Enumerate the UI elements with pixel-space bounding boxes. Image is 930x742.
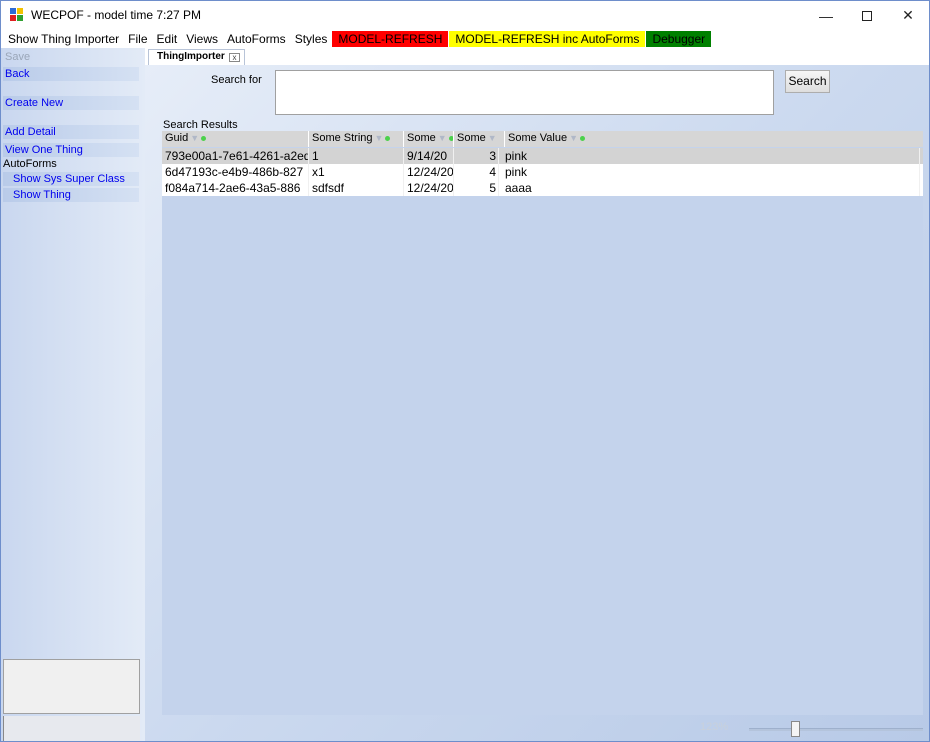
filter-icon[interactable]: ▼ xyxy=(190,133,199,143)
tab-close-icon[interactable]: x xyxy=(229,53,240,62)
filter-icon[interactable]: ▼ xyxy=(375,133,384,143)
main-content: Search for 793e00a1-7e61-4261-a2ed-7e904… xyxy=(145,65,929,741)
autoforms-label: AutoForms xyxy=(3,158,57,170)
cell-guid[interactable]: 793e00a1-7e61-4261-a2ed xyxy=(162,148,309,164)
column-header-some-1[interactable]: Some ▼ xyxy=(404,131,454,147)
cell-some-string[interactable]: 1 xyxy=(309,148,404,164)
zoom-level: 123% xyxy=(700,721,729,733)
status-dot-icon xyxy=(580,135,586,141)
cell-guid[interactable]: 6d47193c-e4b9-486b-827 xyxy=(162,164,309,180)
menu-autoforms[interactable]: AutoForms xyxy=(223,31,290,47)
tab-label: ThingImporter xyxy=(157,51,225,62)
cell-some-number[interactable]: 5 xyxy=(454,180,499,196)
status-dot-icon xyxy=(448,135,453,141)
side-panel xyxy=(3,659,140,714)
tab-thingimporter[interactable]: ThingImporter x xyxy=(148,49,245,65)
cell-some-value[interactable]: pink xyxy=(502,148,920,164)
maximize-icon xyxy=(862,10,872,21)
cell-some-value[interactable]: aaaa xyxy=(502,180,920,196)
tab-strip: ThingImporter x xyxy=(145,48,929,65)
column-title: Some Value xyxy=(508,132,568,144)
column-title: Guid xyxy=(165,132,189,144)
column-header-some-string[interactable]: Some String ▼ xyxy=(309,131,404,147)
add-detail-button[interactable]: Add Detail xyxy=(3,125,139,139)
filter-icon[interactable]: ▼ xyxy=(488,133,497,143)
menu-edit[interactable]: Edit xyxy=(153,31,182,47)
save-button[interactable]: Save xyxy=(3,50,139,64)
search-label: Search for xyxy=(211,74,262,86)
table-row[interactable]: f084a714-2ae6-43a5-886 sdfsdf 12/24/20 5… xyxy=(162,180,923,196)
create-new-button[interactable]: Create New xyxy=(3,96,139,110)
cell-guid[interactable]: f084a714-2ae6-43a5-886 xyxy=(162,180,309,196)
search-input[interactable]: 793e00a1-7e61-4261-a2ed-7e9047e2c5c4 6d4… xyxy=(275,70,774,115)
cell-some-date[interactable]: 12/24/20 xyxy=(404,164,454,180)
maximize-button[interactable] xyxy=(844,1,890,30)
title-bar[interactable]: WECPOF - model time 7:27 PM — ✕ xyxy=(1,1,929,30)
column-title: Some String xyxy=(312,132,373,144)
filter-icon[interactable]: ▼ xyxy=(569,133,578,143)
menu-bar: Show Thing Importer File Edit Views Auto… xyxy=(1,30,929,48)
column-header-guid[interactable]: Guid ▼ xyxy=(162,131,309,147)
column-title: Some xyxy=(457,132,486,144)
close-button[interactable]: ✕ xyxy=(885,1,929,30)
minimize-icon: — xyxy=(819,7,833,24)
cell-some-number[interactable]: 3 xyxy=(454,148,499,164)
column-header-some-2[interactable]: Some ▼ xyxy=(454,131,505,147)
app-window: WECPOF - model time 7:27 PM — ✕ Show Thi… xyxy=(0,0,930,742)
grid-header: Guid ▼ Some String ▼ Some ▼ Some ▼ Some Valu… xyxy=(162,131,923,147)
cell-some-value[interactable]: pink xyxy=(502,164,920,180)
zoom-slider-thumb[interactable] xyxy=(791,721,800,737)
window-title: WECPOF - model time 7:27 PM xyxy=(31,8,202,22)
view-one-thing-button[interactable]: View One Thing xyxy=(3,143,139,157)
cell-some-string[interactable]: x1 xyxy=(309,164,404,180)
cell-some-date[interactable]: 9/14/20 xyxy=(404,148,454,164)
column-title: Some xyxy=(407,132,436,144)
search-button[interactable]: Search xyxy=(785,70,830,93)
zoom-slider-track[interactable] xyxy=(749,728,923,731)
results-grid: Guid ▼ Some String ▼ Some ▼ Some ▼ Some Valu… xyxy=(162,131,923,715)
table-row[interactable]: 6d47193c-e4b9-486b-827 x1 12/24/20 4 pin… xyxy=(162,164,923,180)
cell-some-string[interactable]: sdfsdf xyxy=(309,180,404,196)
filter-icon[interactable]: ▼ xyxy=(438,133,447,143)
status-dot-icon xyxy=(385,135,391,141)
column-header-some-value[interactable]: Some Value ▼ xyxy=(505,131,923,147)
show-thing-button[interactable]: Show Thing xyxy=(3,188,139,202)
menu-model-refresh-inc-autoforms[interactable]: MODEL-REFRESH inc AutoForms xyxy=(449,31,646,47)
menu-file[interactable]: File xyxy=(124,31,151,47)
cell-some-date[interactable]: 12/24/20 xyxy=(404,180,454,196)
side-status xyxy=(3,716,140,741)
menu-model-refresh[interactable]: MODEL-REFRESH xyxy=(332,31,449,47)
show-sys-super-class-button[interactable]: Show Sys Super Class xyxy=(3,172,139,186)
sidebar: Save Back Create New Add Detail View One… xyxy=(1,48,145,741)
back-button[interactable]: Back xyxy=(3,67,139,81)
menu-styles[interactable]: Styles xyxy=(291,31,332,47)
status-dot-icon xyxy=(201,135,207,141)
menu-views[interactable]: Views xyxy=(182,31,222,47)
cell-some-number[interactable]: 4 xyxy=(454,164,499,180)
menu-show-thing-importer[interactable]: Show Thing Importer xyxy=(4,31,123,47)
menu-debugger[interactable]: Debugger xyxy=(646,31,712,47)
results-label: Search Results xyxy=(163,119,238,131)
close-icon: ✕ xyxy=(902,7,914,23)
app-icon xyxy=(10,8,24,22)
table-row[interactable]: 793e00a1-7e61-4261-a2ed 1 9/14/20 3 pink xyxy=(162,148,923,164)
minimize-button[interactable]: — xyxy=(803,1,849,30)
